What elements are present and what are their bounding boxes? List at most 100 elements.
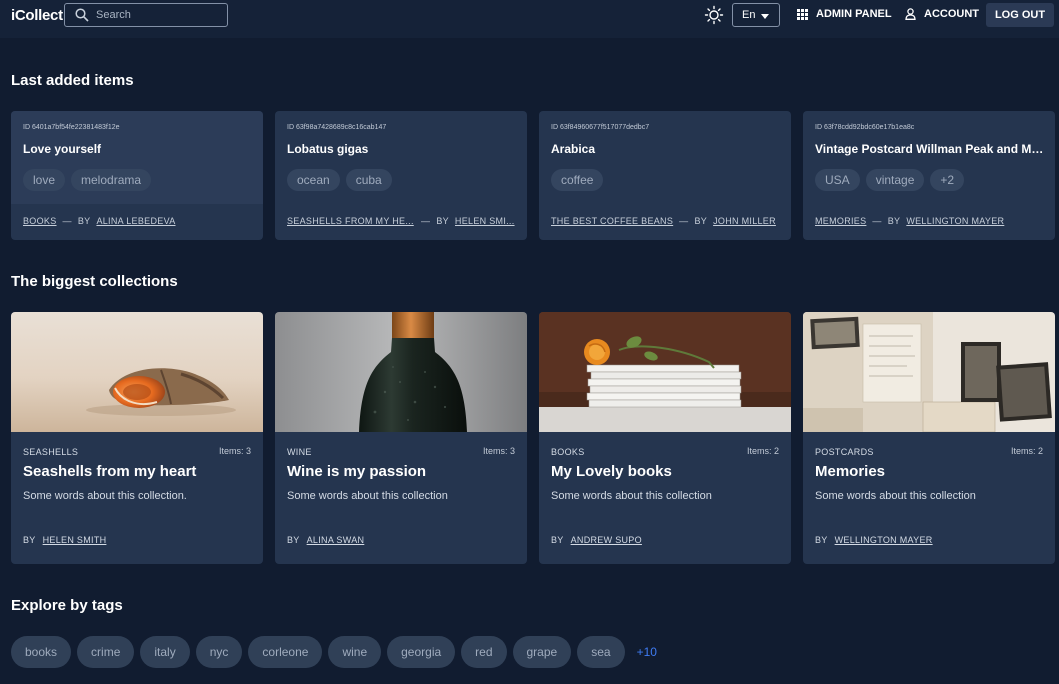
item-card[interactable]: ID 63f84960677f517077dedbc7 Arabica coff… — [539, 111, 791, 240]
seashell-image — [11, 312, 263, 432]
author-link[interactable]: HELEN SMITH — [43, 535, 107, 545]
author-link[interactable]: WELLINGTON MAYER — [906, 216, 1004, 226]
language-select[interactable]: En — [732, 3, 780, 27]
by-label: BY — [436, 216, 449, 226]
tag-chip[interactable]: coffee — [551, 169, 604, 191]
tag-nyc[interactable]: nyc — [195, 636, 243, 668]
tag-chip[interactable]: vintage — [865, 169, 925, 191]
tag-chip[interactable]: USA — [815, 169, 860, 191]
account-button[interactable]: ACCOUNT — [905, 8, 979, 20]
collection-item-count: Items: 3 — [482, 446, 515, 456]
search-box[interactable] — [64, 3, 228, 27]
tag-wine[interactable]: wine — [328, 636, 382, 668]
collection-title[interactable]: Seashells from my heart — [23, 463, 196, 480]
collection-image[interactable] — [11, 312, 263, 432]
collection-image[interactable] — [539, 312, 791, 432]
item-footer: MEMORIES — BY WELLINGTON MAYER — [815, 216, 1004, 226]
item-card[interactable]: ID 6401a7bf54fe22381483f12e Love yoursel… — [11, 111, 263, 240]
tag-books[interactable]: books — [11, 636, 72, 668]
item-card[interactable]: ID 63f98a7428689c8c16cab147 Lobatus giga… — [275, 111, 527, 240]
collection-description: Some words about this collection — [551, 490, 712, 502]
item-name[interactable]: Lobatus gigas — [287, 142, 517, 156]
theme-toggle-icon[interactable] — [704, 5, 724, 25]
admin-panel-label: ADMIN PANEL — [816, 8, 892, 20]
tag-chip[interactable]: ocean — [287, 169, 340, 191]
collection-link[interactable]: BOOKS — [23, 216, 57, 226]
collection-owner: BY HELEN SMITH — [23, 535, 106, 545]
author-link[interactable]: ALINA SWAN — [307, 535, 365, 545]
collection-title[interactable]: Memories — [815, 463, 885, 480]
language-value: En — [742, 9, 756, 21]
tag-crime[interactable]: crime — [77, 636, 135, 668]
item-footer: THE BEST COFFEE BEANS — BY JOHN MILLER — [551, 216, 776, 226]
person-icon — [905, 8, 916, 20]
collection-category: BOOKS — [551, 447, 585, 457]
item-name[interactable]: Love yourself — [23, 142, 253, 156]
postcards-image — [803, 312, 1055, 432]
item-tags: ocean cuba — [287, 169, 392, 191]
item-footer: SEASHELLS FROM MY HE... — BY HELEN SMI..… — [287, 216, 515, 226]
by-label: BY — [23, 535, 36, 545]
account-label: ACCOUNT — [924, 8, 979, 20]
item-name[interactable]: Arabica — [551, 142, 781, 156]
search-input[interactable] — [96, 9, 216, 21]
tag-corleone[interactable]: corleone — [248, 636, 323, 668]
collection-image[interactable] — [275, 312, 527, 432]
section-title-tags: Explore by tags — [11, 597, 123, 614]
collection-item-count: Items: 3 — [218, 446, 251, 456]
collection-item-count: Items: 2 — [1010, 446, 1043, 456]
by-label: BY — [815, 535, 828, 545]
collection-owner: BY ANDREW SUPO — [551, 535, 642, 545]
tag-chip[interactable]: love — [23, 169, 66, 191]
by-label: BY — [887, 216, 901, 226]
more-tags-chip[interactable]: +2 — [930, 169, 965, 191]
section-title-last-added: Last added items — [11, 72, 134, 89]
tag-georgia[interactable]: georgia — [387, 636, 456, 668]
wine-bottle-image — [275, 312, 527, 432]
dash-separator: — — [62, 216, 72, 226]
tag-italy[interactable]: italy — [140, 636, 190, 668]
collection-image[interactable] — [803, 312, 1055, 432]
search-icon — [75, 8, 89, 22]
collection-card[interactable]: POSTCARDS Items: 2 Memories Some words a… — [803, 312, 1055, 564]
top-app-bar: iCollect En ADMIN PANEL ACCOU — [0, 0, 1059, 38]
author-link[interactable]: JOHN MILLER — [713, 216, 776, 226]
item-card[interactable]: ID 63f78cdd92bdc60e17b1ea8c Vintage Post… — [803, 111, 1055, 240]
collection-card[interactable]: BOOKS Items: 2 My Lovely books Some word… — [539, 312, 791, 564]
collection-title[interactable]: My Lovely books — [551, 463, 672, 480]
collection-owner: BY WELLINGTON MAYER — [815, 535, 933, 545]
tag-chip[interactable]: melodrama — [71, 169, 152, 191]
item-id: ID 63f84960677f517077dedbc7 — [551, 124, 650, 131]
collection-link[interactable]: SEASHELLS FROM MY HE... — [287, 216, 415, 226]
tag-red[interactable]: red — [461, 636, 507, 668]
tag-sea[interactable]: sea — [577, 636, 625, 668]
app-logo[interactable]: iCollect — [11, 7, 63, 24]
collection-owner: BY ALINA SWAN — [287, 535, 364, 545]
collection-title[interactable]: Wine is my passion — [287, 463, 426, 480]
section-title-biggest-collections: The biggest collections — [11, 273, 178, 290]
more-tags-link[interactable]: +10 — [637, 645, 657, 659]
collection-card[interactable]: WINE Items: 3 Wine is my passion Some wo… — [275, 312, 527, 564]
grid-icon — [797, 8, 808, 20]
tag-grape[interactable]: grape — [512, 636, 572, 668]
author-link[interactable]: ANDREW SUPO — [571, 535, 642, 545]
author-link[interactable]: HELEN SMI... — [455, 216, 515, 226]
item-footer: BOOKS — BY ALINA LEBEDEVA — [23, 216, 176, 226]
logout-button[interactable]: LOG OUT — [986, 3, 1054, 27]
chevron-down-icon — [761, 14, 769, 19]
by-label: BY — [551, 535, 564, 545]
collection-link[interactable]: MEMORIES — [815, 216, 866, 226]
collection-description: Some words about this collection. — [23, 490, 187, 502]
collection-link[interactable]: THE BEST COFFEE BEANS — [551, 216, 673, 226]
tag-chip[interactable]: cuba — [345, 169, 392, 191]
books-image — [539, 312, 791, 432]
author-link[interactable]: ALINA LEBEDEVA — [96, 216, 175, 226]
collection-category: WINE — [287, 447, 312, 457]
collection-card[interactable]: SEASHELLS Items: 3 Seashells from my hea… — [11, 312, 263, 564]
item-id: ID 6401a7bf54fe22381483f12e — [23, 124, 120, 131]
admin-panel-button[interactable]: ADMIN PANEL — [797, 8, 892, 20]
by-label: BY — [694, 216, 708, 226]
author-link[interactable]: WELLINGTON MAYER — [835, 535, 933, 545]
item-id: ID 63f98a7428689c8c16cab147 — [287, 124, 387, 131]
item-name[interactable]: Vintage Postcard Willman Peak and Mo... — [815, 142, 1045, 156]
